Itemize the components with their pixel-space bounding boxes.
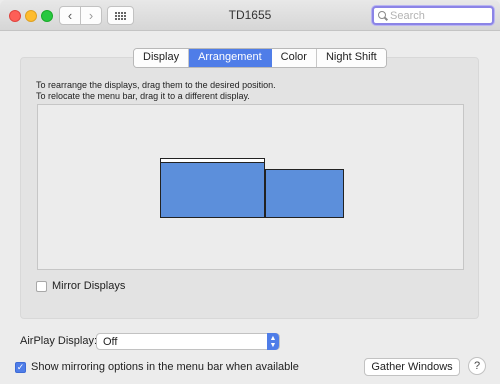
tab-display[interactable]: Display <box>134 49 190 67</box>
preferences-window: ‹ › TD1655 Display Arrangement Color Nig… <box>0 0 500 384</box>
select-arrows-icon: ▲ ▼ <box>267 333 279 350</box>
close-button[interactable] <box>9 10 21 22</box>
airplay-display-label: AirPlay Display: <box>20 335 98 347</box>
chevron-right-icon: › <box>88 8 94 23</box>
mirror-displays-checkbox[interactable] <box>36 280 47 292</box>
title-bar: ‹ › TD1655 <box>0 0 500 31</box>
chevron-left-icon: ‹ <box>67 8 73 23</box>
show-all-button[interactable] <box>107 6 134 25</box>
search-icon <box>378 11 387 20</box>
gather-windows-button[interactable]: Gather Windows <box>364 358 460 376</box>
minimize-button[interactable] <box>25 10 37 22</box>
search-input[interactable] <box>390 9 485 22</box>
tab-bar: Display Arrangement Color Night Shift <box>133 48 387 68</box>
forward-button[interactable]: › <box>80 6 102 25</box>
airplay-display-select[interactable]: Off ▲ ▼ <box>96 333 280 350</box>
grid-icon <box>115 11 126 20</box>
show-mirroring-label: Show mirroring options in the menu bar w… <box>31 361 299 373</box>
arrangement-instructions: To rearrange the displays, drag them to … <box>36 80 276 102</box>
show-mirroring-checkbox[interactable]: ✓ <box>15 361 26 373</box>
main-display[interactable] <box>160 162 265 218</box>
display-arrangement-canvas <box>37 104 464 270</box>
help-button[interactable]: ? <box>468 357 486 375</box>
checkmark-icon: ✓ <box>16 361 25 372</box>
secondary-display[interactable] <box>265 169 344 218</box>
tab-arrangement[interactable]: Arrangement <box>189 49 272 67</box>
menu-bar-handle[interactable] <box>160 158 265 163</box>
back-button[interactable]: ‹ <box>59 6 81 25</box>
mirror-displays-option[interactable]: Mirror Displays <box>36 280 125 292</box>
airplay-selected-value: Off <box>103 335 118 348</box>
instruction-menubar: To relocate the menu bar, drag it to a d… <box>36 91 250 101</box>
show-mirroring-option[interactable]: ✓ Show mirroring options in the menu bar… <box>15 361 299 373</box>
search-field[interactable] <box>372 6 494 25</box>
zoom-button[interactable] <box>41 10 53 22</box>
instruction-rearrange: To rearrange the displays, drag them to … <box>36 80 276 90</box>
tab-night-shift[interactable]: Night Shift <box>316 49 386 67</box>
mirror-displays-label: Mirror Displays <box>52 280 126 292</box>
tab-color[interactable]: Color <box>271 49 317 67</box>
